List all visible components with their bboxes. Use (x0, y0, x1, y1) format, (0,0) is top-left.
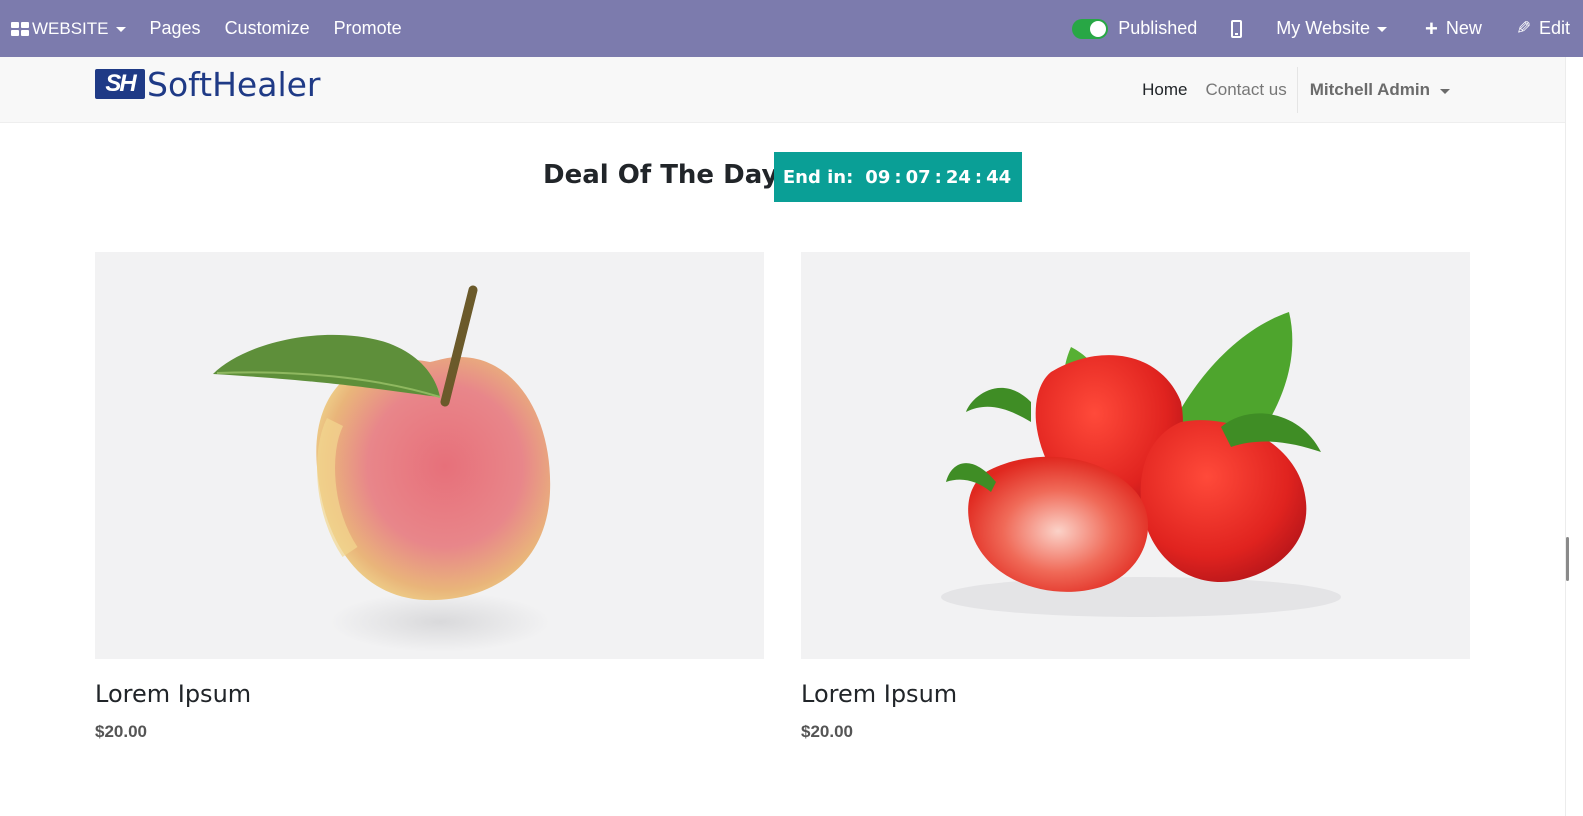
product-price: $20.00 (95, 722, 147, 741)
nav-link-home[interactable]: Home (1133, 80, 1196, 100)
website-selector[interactable]: My Website (1264, 0, 1399, 57)
peach-image[interactable] (95, 252, 764, 659)
admin-menu-left: WEBSITE Pages Customize Promote (0, 0, 414, 57)
website-admin-bar: WEBSITE Pages Customize Promote Publishe… (0, 0, 1583, 57)
countdown-prefix: End in: (782, 166, 854, 188)
user-name: Mitchell Admin (1309, 80, 1430, 99)
mobile-phone-icon (1231, 19, 1243, 38)
mobile-preview-button[interactable] (1209, 0, 1264, 57)
product-card[interactable]: Lorem Ipsum $20.00 (95, 252, 764, 742)
scrollbar-thumb[interactable] (1566, 537, 1569, 581)
nav-link-contact-us[interactable]: Contact us (1196, 80, 1295, 100)
nav-divider (1296, 67, 1298, 113)
product-name[interactable]: Lorem Ipsum (95, 680, 764, 708)
website-selector-label: My Website (1276, 18, 1370, 38)
countdown-minutes: 24 (945, 166, 971, 188)
logo-text: SoftHealer (147, 64, 321, 104)
product-price: $20.00 (801, 722, 853, 741)
countdown-separator: : (974, 166, 983, 188)
site-logo[interactable]: SH SoftHealer (95, 64, 321, 104)
strawberries-image[interactable] (801, 252, 1470, 659)
website-app-menu-label: WEBSITE (32, 18, 109, 38)
edit-button-label: Edit (1538, 18, 1570, 38)
countdown-separator: : (894, 166, 902, 188)
chevron-down-icon (1440, 88, 1450, 94)
website-app-menu[interactable]: WEBSITE (0, 0, 138, 57)
published-label: Published (1118, 18, 1198, 38)
page-scrollbar[interactable] (1565, 57, 1583, 816)
logo-mark: SH (95, 69, 145, 99)
countdown-days: 09 (865, 166, 891, 188)
deal-title: Deal Of The Day (543, 160, 779, 190)
product-name[interactable]: Lorem Ipsum (801, 680, 1470, 708)
published-toggle[interactable]: Published (1060, 0, 1209, 57)
apps-grid-icon (11, 21, 29, 36)
pencil-icon: ✎ (1515, 18, 1531, 38)
customize-menu[interactable]: Customize (213, 0, 322, 57)
site-header: SH SoftHealer Home Contact us Mitchell A… (0, 57, 1565, 123)
toggle-switch-icon (1072, 18, 1109, 39)
new-button[interactable]: + New (1399, 0, 1494, 57)
plus-icon: + (1425, 15, 1438, 41)
countdown-seconds: 44 (986, 166, 1012, 188)
pages-menu[interactable]: Pages (138, 0, 213, 57)
countdown-timer: End in: 09 : 07 : 24 : 44 (774, 152, 1022, 202)
chevron-down-icon (115, 27, 126, 32)
countdown-hours: 07 (905, 166, 931, 188)
chevron-down-icon (1377, 27, 1387, 32)
edit-button[interactable]: ✎ Edit (1494, 0, 1570, 57)
countdown-separator: : (934, 166, 942, 188)
product-card[interactable]: Lorem Ipsum $20.00 (801, 252, 1470, 742)
new-button-label: New (1445, 18, 1482, 38)
admin-menu-right: Published My Website + New ✎ Edit (1060, 0, 1570, 57)
site-nav: Home Contact us Mitchell Admin (1133, 57, 1565, 123)
user-menu[interactable]: Mitchell Admin (1299, 80, 1565, 100)
promote-menu[interactable]: Promote (322, 0, 414, 57)
